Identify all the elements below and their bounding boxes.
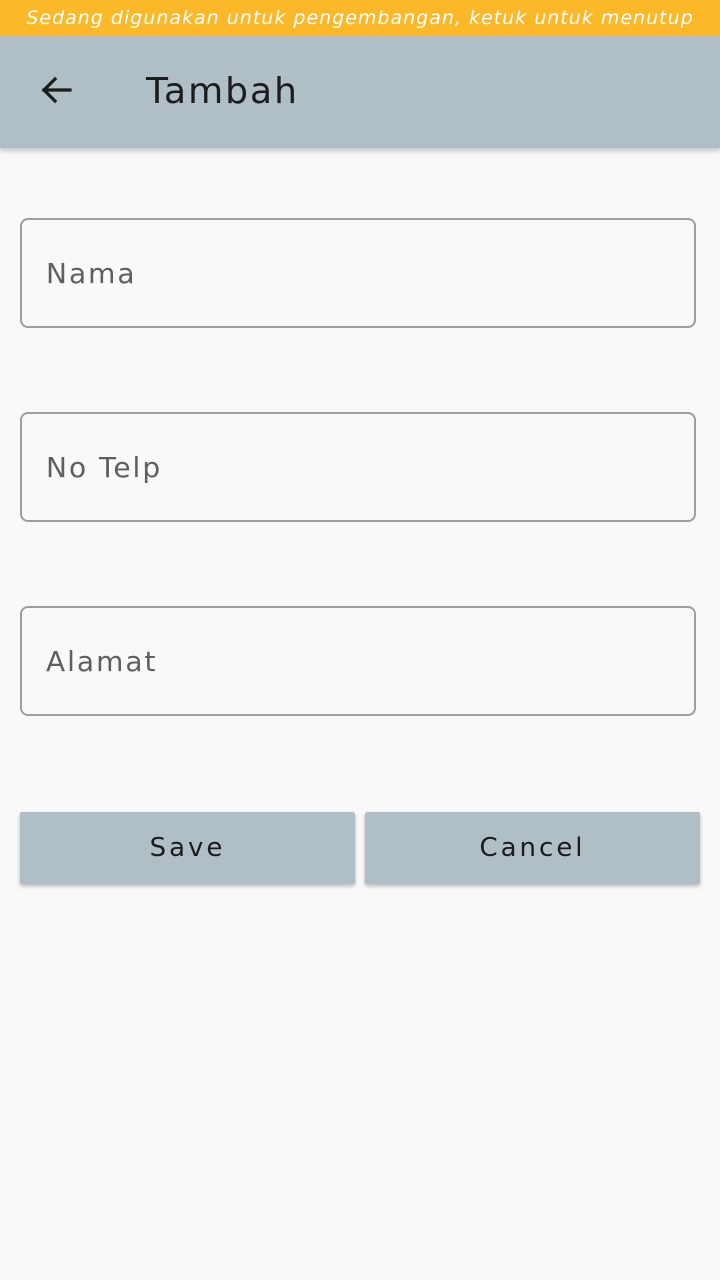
save-button[interactable]: Save (20, 812, 355, 884)
back-button[interactable] (20, 64, 92, 120)
alamat-input[interactable] (22, 608, 694, 714)
nama-field[interactable] (20, 218, 696, 328)
dev-mode-banner[interactable]: Sedang digunakan untuk pengembangan, ket… (0, 0, 720, 36)
alamat-field[interactable] (20, 606, 696, 716)
dev-mode-banner-text: Sedang digunakan untuk pengembangan, ket… (26, 7, 694, 29)
arrow-back-icon (38, 72, 74, 112)
cancel-button[interactable]: Cancel (365, 812, 700, 884)
no-telp-input[interactable] (22, 414, 694, 520)
page-title: Tambah (146, 71, 299, 112)
no-telp-field[interactable] (20, 412, 696, 522)
app-bar: Tambah (0, 36, 720, 148)
nama-input[interactable] (22, 220, 694, 326)
